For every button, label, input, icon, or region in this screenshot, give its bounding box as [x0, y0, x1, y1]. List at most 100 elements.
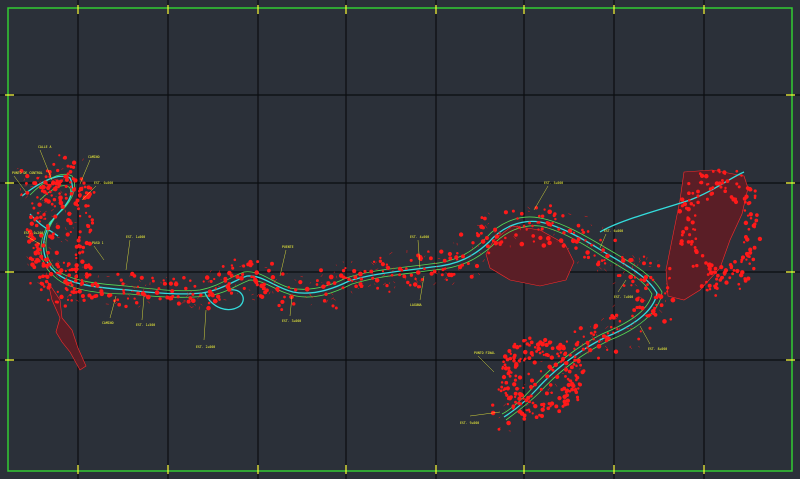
terrain-mark [514, 400, 517, 404]
terrain-mark [514, 233, 518, 237]
terrain-mark [528, 221, 532, 225]
terrain-mark [298, 279, 303, 285]
terrain-mark [353, 275, 358, 280]
terrain-mark [564, 374, 567, 378]
terrain-mark [270, 275, 276, 280]
terrain-mark [52, 197, 57, 202]
terrain-mark [267, 268, 271, 273]
terrain-mark [86, 194, 91, 199]
terrain-mark [372, 260, 376, 263]
terrain-mark [73, 279, 78, 283]
terrain-mark [190, 298, 196, 304]
terrain-mark [754, 218, 759, 223]
terrain-mark [677, 209, 683, 214]
terrain-mark [429, 271, 434, 276]
terrain-mark [503, 363, 507, 367]
terrain-mark [80, 293, 85, 299]
terrain-mark [699, 180, 704, 185]
terrain-mark [385, 265, 391, 271]
terrain-mark [517, 359, 521, 363]
terrain-mark [692, 204, 696, 207]
terrain-mark [136, 285, 140, 288]
terrain-mark [603, 262, 607, 265]
terrain-mark [572, 231, 576, 234]
terrain-mark [614, 313, 619, 318]
terrain-mark [573, 347, 576, 350]
terrain-mark [341, 268, 346, 273]
terrain-mark [704, 173, 709, 179]
terrain-mark [439, 249, 444, 254]
terrain-mark [45, 274, 50, 279]
terrain-mark [528, 410, 531, 413]
terrain-mark [139, 275, 144, 280]
terrain-mark [354, 284, 358, 289]
terrain-mark [254, 270, 260, 275]
terrain-mark [78, 251, 82, 255]
terrain-mark [658, 294, 664, 300]
terrain-mark [231, 266, 235, 270]
terrain-mark [503, 366, 509, 371]
terrain-mark [378, 259, 383, 263]
terrain-mark [570, 387, 574, 392]
terrain-mark [565, 340, 569, 343]
terrain-mark [690, 243, 693, 246]
terrain-mark [72, 289, 76, 293]
terrain-mark [597, 356, 600, 360]
terrain-mark [59, 294, 64, 300]
terrain-mark [547, 240, 552, 246]
terrain-mark [402, 274, 407, 279]
terrain-mark [71, 160, 77, 165]
terrain-mark [519, 241, 525, 247]
terrain-mark [59, 268, 64, 273]
terrain-mark [44, 279, 49, 284]
terrain-mark [715, 282, 719, 286]
terrain-mark [533, 403, 538, 409]
terrain-mark [199, 293, 203, 297]
terrain-mark [540, 407, 545, 412]
terrain-mark [705, 197, 709, 201]
terrain-mark [50, 202, 54, 206]
terrain-mark [27, 235, 31, 238]
terrain-mark [81, 245, 86, 250]
terrain-mark [752, 266, 756, 271]
terrain-mark [554, 217, 557, 221]
cad-model-space[interactable]: CALLE A CAMINO PUNTO DE CONTROL EST. 0+0… [0, 0, 800, 479]
terrain-mark [713, 266, 718, 271]
terrain-mark [513, 395, 517, 399]
terrain-mark [47, 262, 52, 267]
terrain-mark [56, 300, 59, 304]
terrain-mark [206, 305, 211, 311]
terrain-mark [304, 286, 310, 292]
terrain-mark [715, 286, 719, 290]
terrain-mark [289, 294, 294, 300]
terrain-mark [706, 273, 710, 276]
terrain-mark [151, 276, 154, 280]
terrain-mark [398, 273, 402, 277]
terrain-mark [517, 409, 523, 414]
terrain-mark [747, 255, 751, 259]
terrain-mark [606, 332, 610, 335]
terrain-mark [405, 267, 408, 270]
terrain-mark [38, 275, 42, 280]
terrain-mark [522, 397, 525, 400]
terrain-mark [84, 204, 88, 208]
terrain-mark [688, 233, 692, 237]
terrain-mark [121, 282, 125, 286]
terrain-mark [119, 278, 123, 282]
terrain-mark [379, 256, 382, 260]
terrain-mark [513, 382, 517, 385]
terrain-mark [666, 290, 669, 293]
terrain-mark [740, 258, 744, 262]
terrain-mark [512, 407, 515, 410]
terrain-mark [680, 197, 685, 202]
terrain-mark [549, 401, 555, 406]
terrain-mark [708, 270, 714, 275]
terrain-mark [248, 263, 253, 268]
terrain-mark [479, 231, 483, 235]
terrain-mark [275, 286, 280, 292]
terrain-mark [729, 265, 733, 270]
terrain-mark [341, 286, 345, 290]
terrain-mark [352, 269, 357, 274]
terrain-mark [635, 289, 640, 293]
terrain-mark [487, 251, 491, 255]
